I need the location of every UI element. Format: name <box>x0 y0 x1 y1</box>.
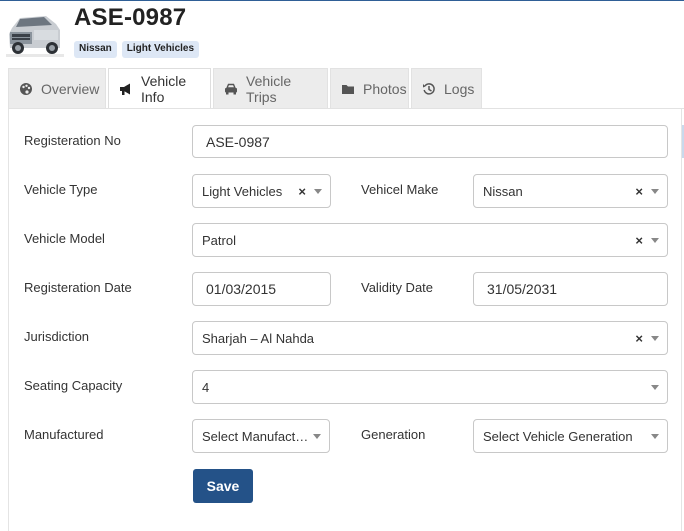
vehicle-type-label: Vehicle Type <box>24 182 98 197</box>
tab-label: Vehicle Info <box>141 72 187 105</box>
registration-no-input[interactable]: ASE-0987 <box>192 125 668 158</box>
registration-date-label: Registeration Date <box>24 280 132 295</box>
registration-date-input[interactable]: 01/03/2015 <box>192 272 331 306</box>
chevron-down-icon[interactable] <box>651 335 659 341</box>
generation-placeholder: Select Vehicle Generation <box>483 428 633 444</box>
jurisdiction-select[interactable]: Sharjah – Al Nahda × <box>192 321 668 355</box>
tab-vehicle-info[interactable]: Vehicle Info <box>108 68 211 108</box>
top-accent-line <box>0 0 684 1</box>
clear-icon[interactable]: × <box>635 184 643 199</box>
chevron-down-icon[interactable] <box>314 188 322 194</box>
vehicle-info-panel <box>8 109 682 531</box>
clear-icon[interactable]: × <box>635 233 643 248</box>
jurisdiction-label: Jurisdiction <box>24 329 90 344</box>
tab-logs[interactable]: Logs <box>411 68 482 108</box>
megaphone-icon <box>119 82 133 96</box>
clear-icon[interactable]: × <box>298 184 306 199</box>
chevron-down-icon[interactable] <box>313 433 321 439</box>
validity-date-input[interactable]: 31/05/2031 <box>473 272 668 306</box>
jurisdiction-value: Sharjah – Al Nahda <box>202 330 315 346</box>
generation-select[interactable]: Select Vehicle Generation <box>473 419 668 453</box>
registration-no-label: Registeration No <box>24 133 121 148</box>
seating-capacity-label: Seating Capacity <box>24 378 123 393</box>
tab-vehicle-trips[interactable]: Vehicle Trips <box>213 68 328 108</box>
generation-label: Generation <box>361 427 426 442</box>
palette-icon <box>19 82 33 96</box>
chevron-down-icon[interactable] <box>651 237 659 243</box>
seating-capacity-value: 4 <box>202 379 210 395</box>
validity-date-value: 31/05/2031 <box>487 281 558 297</box>
tab-photos[interactable]: Photos <box>330 68 409 108</box>
vehicle-photo <box>6 8 64 60</box>
chevron-down-icon[interactable] <box>651 433 659 439</box>
vehicle-plate-title: ASE-0987 <box>74 4 187 31</box>
manufactured-label: Manufactured <box>24 427 104 442</box>
registration-date-value: 01/03/2015 <box>206 281 277 297</box>
tab-bar: Overview Vehicle Info Vehicle Trips Phot… <box>8 68 484 108</box>
vehicle-make-label: Vehicel Make <box>361 182 439 197</box>
save-button[interactable]: Save <box>193 469 253 503</box>
make-badge: Nissan <box>74 41 117 58</box>
tab-label: Overview <box>41 80 100 97</box>
vehicle-badges: Nissan Light Vehicles <box>74 41 200 58</box>
tab-label: Logs <box>444 80 475 97</box>
clear-icon[interactable]: × <box>635 331 643 346</box>
type-badge: Light Vehicles <box>121 41 200 58</box>
vehicle-make-value: Nissan <box>483 183 523 199</box>
vehicle-type-select[interactable]: Light Vehicles × <box>192 174 331 208</box>
history-icon <box>422 82 436 96</box>
vehicle-model-value: Patrol <box>202 232 236 248</box>
manufactured-placeholder: Select Manufact… <box>202 428 309 444</box>
tab-label: Vehicle Trips <box>246 72 292 105</box>
folder-icon <box>341 82 355 96</box>
chevron-down-icon[interactable] <box>651 384 659 390</box>
vehicle-make-select[interactable]: Nissan × <box>473 174 668 208</box>
registration-no-value: ASE-0987 <box>206 133 270 150</box>
seating-capacity-select[interactable]: 4 <box>192 370 668 404</box>
vehicle-model-label: Vehicle Model <box>24 231 105 246</box>
tab-label: Photos <box>363 80 407 97</box>
car-icon <box>224 82 238 96</box>
tab-overview[interactable]: Overview <box>8 68 106 108</box>
vehicle-model-select[interactable]: Patrol × <box>192 223 668 257</box>
validity-date-label: Validity Date <box>361 280 434 295</box>
chevron-down-icon[interactable] <box>651 188 659 194</box>
manufactured-select[interactable]: Select Manufact… <box>192 419 330 453</box>
vehicle-type-value: Light Vehicles <box>202 183 283 199</box>
